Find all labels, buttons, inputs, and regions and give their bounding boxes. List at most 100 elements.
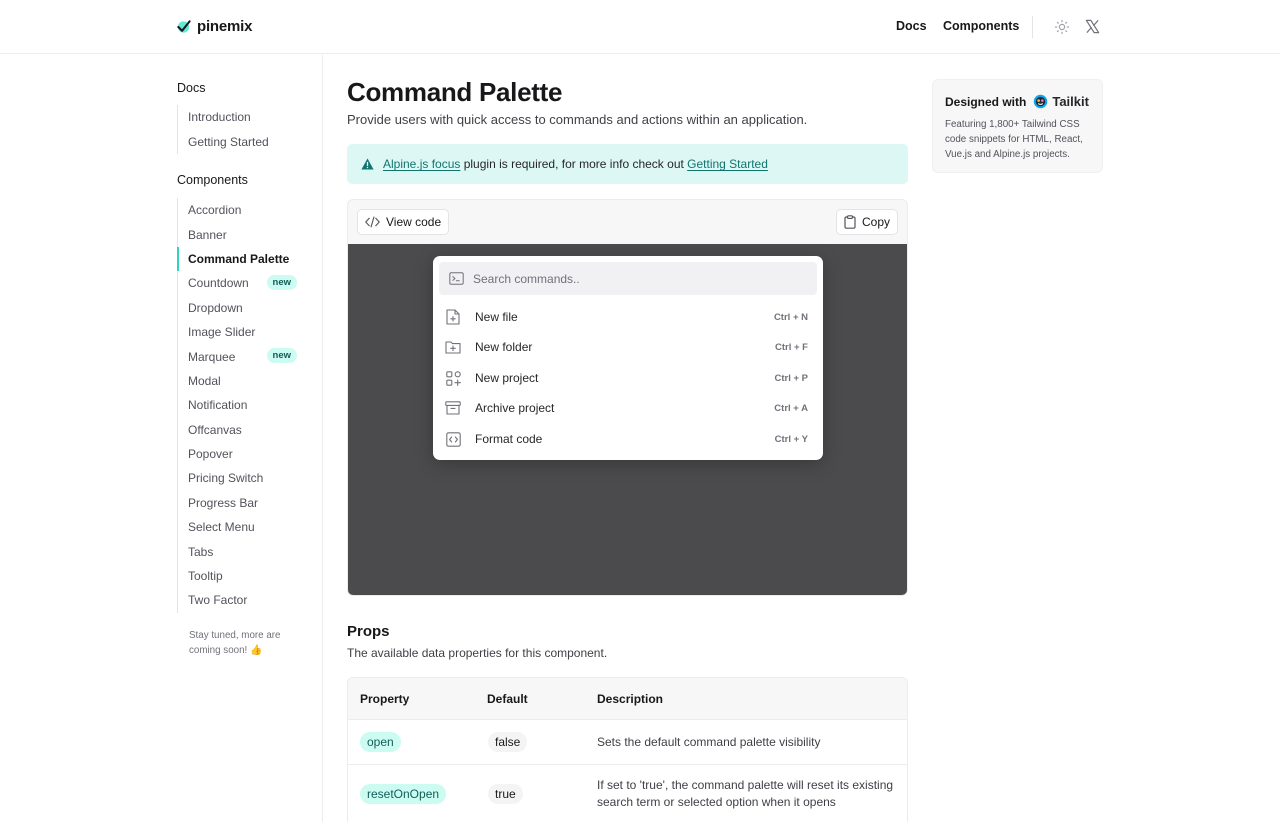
palette-search-box <box>439 262 817 295</box>
sidebar-item-label: Dropdown <box>188 300 243 315</box>
logo[interactable]: pinemix <box>176 18 252 35</box>
sidebar-item-label: Banner <box>188 227 227 242</box>
terminal-icon <box>449 272 464 285</box>
column-header-description: Description <box>597 692 664 706</box>
props-subtitle: The available data properties for this c… <box>347 646 608 660</box>
copy-button[interactable]: Copy <box>835 209 898 235</box>
page-title: Command Palette <box>347 77 563 107</box>
sidebar-item-tooltip[interactable]: Tooltip <box>178 564 299 588</box>
checkmark-logo-icon <box>177 20 191 33</box>
sidebar-item-dropdown[interactable]: Dropdown <box>178 296 299 320</box>
sidebar-item-countdown[interactable]: Countdown new <box>178 271 299 295</box>
command-item-new-folder[interactable]: New folder Ctrl + F <box>445 334 811 360</box>
sidebar-item-tabs[interactable]: Tabs <box>178 539 299 563</box>
column-header-property: Property <box>360 692 410 706</box>
command-label: New project <box>475 371 539 385</box>
sidebar-item-label: Pricing Switch <box>188 471 264 486</box>
sidebar-item-label: Command Palette <box>188 251 290 266</box>
sun-icon[interactable] <box>1054 19 1070 35</box>
nav-docs-link[interactable]: Docs <box>896 19 927 33</box>
sidebar-item-label: Tooltip <box>188 569 223 584</box>
command-shortcut: Ctrl + F <box>775 341 808 353</box>
sidebar-item-banner[interactable]: Banner <box>178 222 299 246</box>
sidebar-item-label: Offcanvas <box>188 422 242 437</box>
props-table: Property Default Description open false … <box>347 677 908 822</box>
alert-text: plugin is required, for more info check … <box>460 157 688 171</box>
warning-triangle-icon <box>361 158 374 170</box>
view-code-button[interactable]: View code <box>357 209 450 235</box>
code-square-icon <box>445 431 461 447</box>
sidebar-item-marquee[interactable]: Marquee new <box>178 344 299 368</box>
sidebar-item-label: Modal <box>188 373 221 388</box>
sidebar-item-two-factor[interactable]: Two Factor <box>178 588 299 612</box>
sidebar-docs-list: Introduction Getting Started <box>177 105 299 154</box>
archive-icon <box>445 400 461 416</box>
sidebar-item-label: Notification <box>188 398 248 413</box>
command-item-archive-project[interactable]: Archive project Ctrl + A <box>445 395 811 421</box>
command-palette: New file Ctrl + N New folder Ctrl + F Ne… <box>433 256 823 460</box>
sidebar-item-label: Select Menu <box>188 520 255 535</box>
copy-label: Copy <box>861 215 890 229</box>
clipboard-icon <box>844 215 856 229</box>
new-badge: new <box>266 348 297 364</box>
nav-components-link[interactable]: Components <box>943 19 1019 33</box>
sidebar-components-list: Accordion Banner Command Palette Countdo… <box>177 198 299 613</box>
command-label: New folder <box>475 340 533 354</box>
logo-text: pinemix <box>197 18 253 35</box>
sidebar-item-image-slider[interactable]: Image Slider <box>178 320 299 344</box>
sidebar-item-label: Tabs <box>188 544 214 559</box>
sidebar-item-accordion[interactable]: Accordion <box>178 198 299 222</box>
column-header-default: Default <box>487 692 528 706</box>
property-default: true <box>488 784 523 804</box>
command-shortcut: Ctrl + A <box>774 402 808 414</box>
file-plus-icon <box>445 309 461 325</box>
tailkit-logo-icon <box>1034 94 1048 109</box>
table-header-row: Property Default Description <box>348 678 907 720</box>
property-description: Sets the default command palette visibil… <box>597 735 821 749</box>
command-shortcut: Ctrl + N <box>773 311 808 323</box>
tailkit-promo-card[interactable]: Designed with Tailkit Featuring 1,800+ T… <box>932 79 1103 173</box>
sidebar-item-command-palette[interactable]: Command Palette <box>177 246 299 272</box>
sidebar-item-notification[interactable]: Notification <box>178 393 299 417</box>
command-item-format-code[interactable]: Format code Ctrl + Y <box>445 426 811 452</box>
sidebar-heading-components: Components <box>177 173 248 187</box>
property-name: resetOnOpen <box>360 784 447 804</box>
sidebar-item-label: Accordion <box>188 203 242 218</box>
code-icon <box>365 216 380 228</box>
table-row: resetOnOpen true If set to 'true', the c… <box>348 765 907 822</box>
sidebar-item-pricing-switch[interactable]: Pricing Switch <box>178 466 299 490</box>
page-subtitle: Provide users with quick access to comma… <box>347 112 808 127</box>
grid-plus-icon <box>445 370 461 386</box>
sidebar-item-label: Progress Bar <box>188 495 259 510</box>
command-item-new-project[interactable]: New project Ctrl + P <box>445 365 811 391</box>
sidebar-item-label: Countdown <box>188 276 249 291</box>
sidebar-item-select-menu[interactable]: Select Menu <box>178 515 299 539</box>
top-header: pinemix Docs Components <box>0 0 1280 54</box>
sidebar-item-progress-bar[interactable]: Progress Bar <box>178 491 299 515</box>
props-title: Props <box>347 623 390 640</box>
preview-toolbar: View code Copy <box>348 200 907 244</box>
property-description: If set to 'true', the command palette wi… <box>597 778 894 809</box>
command-label: Format code <box>475 432 543 446</box>
getting-started-link[interactable]: Getting Started <box>687 157 768 171</box>
command-search-input[interactable] <box>473 271 793 286</box>
sidebar: Docs Introduction Getting Started Compon… <box>0 55 323 822</box>
sidebar-item-introduction[interactable]: Introduction <box>178 105 299 129</box>
promo-description: Featuring 1,800+ Tailwind CSS code snipp… <box>945 119 1083 160</box>
sidebar-item-offcanvas[interactable]: Offcanvas <box>178 418 299 442</box>
sidebar-item-getting-started[interactable]: Getting Started <box>178 129 299 153</box>
command-item-new-file[interactable]: New file Ctrl + N <box>445 304 811 330</box>
header-divider <box>1032 16 1033 38</box>
tailkit-brand: Tailkit <box>1052 94 1089 109</box>
sidebar-item-popover[interactable]: Popover <box>178 442 299 466</box>
promo-heading-text: Designed with <box>945 94 1027 109</box>
sidebar-item-label: Image Slider <box>188 325 256 340</box>
command-label: New file <box>475 310 518 324</box>
alpine-focus-link[interactable]: Alpine.js focus <box>383 157 460 171</box>
command-label: Archive project <box>475 401 555 415</box>
sidebar-item-modal[interactable]: Modal <box>178 369 299 393</box>
x-twitter-icon[interactable] <box>1085 19 1100 34</box>
sidebar-item-label: Popover <box>188 447 233 462</box>
command-shortcut: Ctrl + P <box>774 372 808 384</box>
component-preview: View code Copy New file <box>347 199 908 596</box>
